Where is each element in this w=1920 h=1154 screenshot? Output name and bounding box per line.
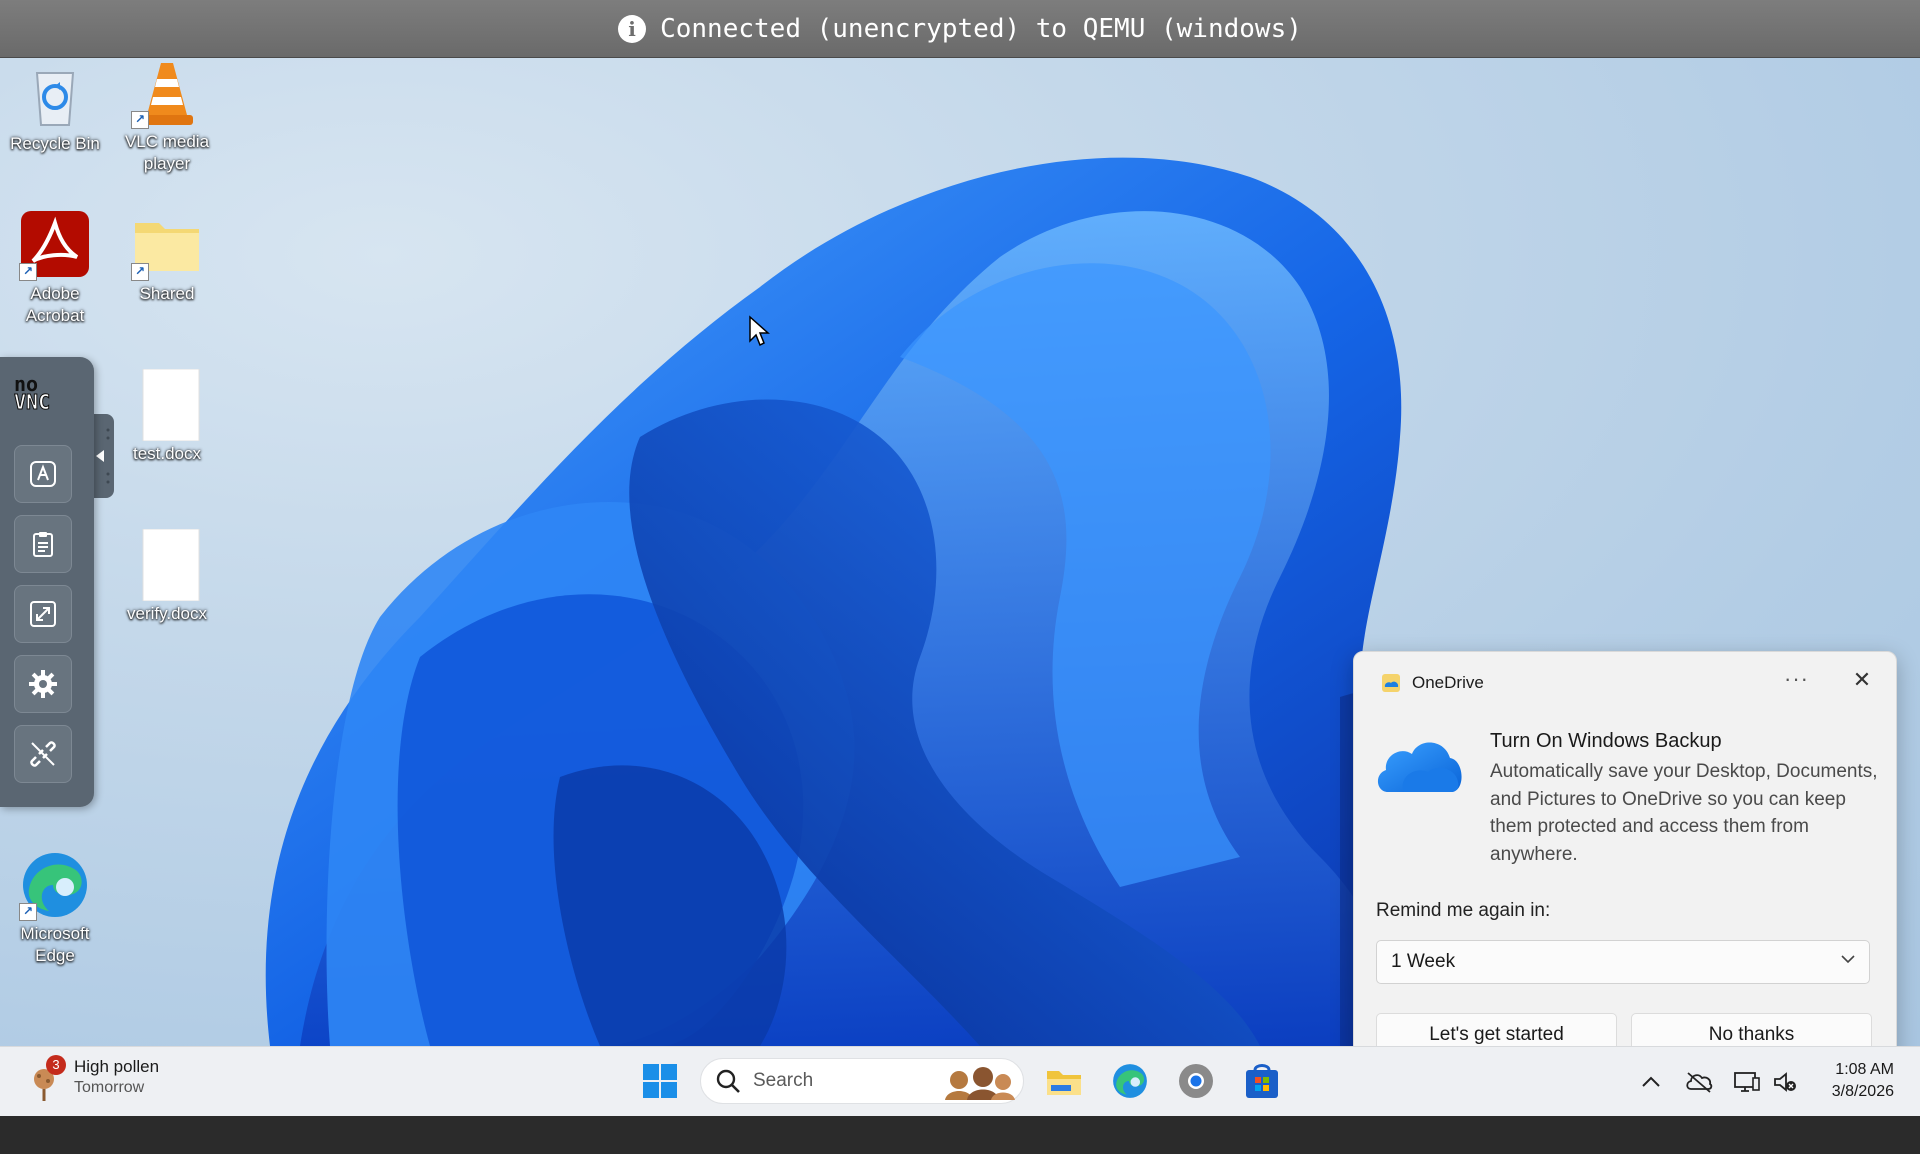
notification-badge: 3 <box>46 1055 66 1075</box>
desktop-icon-label: Adobe Acrobat <box>25 284 85 325</box>
network-tray-button[interactable] <box>1732 1067 1762 1097</box>
store-taskbar-button[interactable] <box>1240 1059 1284 1103</box>
desktop-icon-label: Shared <box>139 284 195 303</box>
search-highlight-illustration-icon <box>945 1067 1015 1100</box>
no-thanks-button[interactable]: No thanks <box>1631 1013 1872 1046</box>
start-button[interactable] <box>638 1059 682 1103</box>
show-hidden-icons-button[interactable] <box>1636 1067 1666 1097</box>
cloud-off-icon <box>1686 1072 1713 1093</box>
chevron-down-icon <box>1841 951 1855 969</box>
shortcut-arrow-icon: ↗ <box>19 263 37 281</box>
desktop-icon-verify-docx[interactable]: verify.docx <box>112 528 222 625</box>
desktop: Recycle Bin ↗ VLC media player ↗ Adobe A… <box>0 57 1920 1046</box>
desktop-icon-shared[interactable]: ↗ Shared <box>112 209 222 305</box>
desktop-icon-vlc[interactable]: ↗ VLC media player <box>112 57 222 175</box>
windows-logo-icon <box>643 1064 677 1098</box>
vnc-status-bar: i Connected (unencrypted) to QEMU (windo… <box>0 0 1920 58</box>
taskbar: 3 High pollen Tomorrow Search 1:08 AM 3/… <box>0 1046 1920 1117</box>
desktop-icon-recycle-bin[interactable]: Recycle Bin <box>0 59 110 155</box>
more-options-button[interactable]: ··· <box>1784 666 1809 692</box>
desktop-icon-label: test.docx <box>132 444 202 463</box>
desktop-icon-adobe-acrobat[interactable]: ↗ Adobe Acrobat <box>0 209 110 327</box>
settings-button[interactable] <box>14 655 72 713</box>
disconnect-button[interactable] <box>14 725 72 783</box>
fullscreen-button[interactable] <box>14 585 72 643</box>
taskbar-search-box[interactable]: Search <box>700 1058 1024 1104</box>
clock-date: 3/8/2026 <box>1831 1083 1894 1100</box>
weather-title: High pollen <box>74 1057 160 1076</box>
chrome-icon <box>1179 1064 1213 1098</box>
remind-dropdown-value: 1 Week <box>1391 951 1456 972</box>
adobe-acrobat-icon: ↗ <box>19 209 91 281</box>
weather-subtitle: Tomorrow <box>74 1079 145 1096</box>
volume-tray-button[interactable] <box>1770 1067 1800 1097</box>
keyboard-icon <box>30 461 56 487</box>
shortcut-arrow-icon: ↗ <box>131 111 149 129</box>
remind-label: Remind me again in: <box>1376 900 1551 921</box>
novnc-logo: no VNC <box>13 372 51 414</box>
mouse-cursor-icon <box>749 315 770 347</box>
folder-icon: ↗ <box>131 209 203 281</box>
chevron-up-icon <box>1642 1076 1660 1087</box>
settings-icon <box>29 670 57 698</box>
onedrive-cloud-icon <box>1377 742 1462 792</box>
remind-dropdown[interactable]: 1 Week <box>1376 940 1870 984</box>
close-button[interactable]: ✕ <box>1848 666 1876 694</box>
file-explorer-icon <box>1047 1071 1081 1095</box>
toast-header: OneDrive <box>1380 672 1484 694</box>
onedrive-app-icon <box>1382 674 1400 692</box>
vnc-bottom-strip <box>0 1116 1920 1154</box>
vnc-status-text: Connected (unencrypted) to QEMU (windows… <box>660 13 1302 44</box>
desktop-icon-label: Recycle Bin <box>10 134 100 153</box>
document-icon <box>131 528 203 602</box>
chrome-taskbar-button[interactable] <box>1174 1059 1218 1103</box>
edge-icon: ↗ <box>19 849 91 921</box>
search-icon <box>716 1069 740 1093</box>
document-icon <box>131 368 203 442</box>
clipboard-button[interactable] <box>14 515 72 573</box>
network-icon <box>1734 1072 1760 1092</box>
clipboard-icon <box>33 532 53 557</box>
shortcut-arrow-icon: ↗ <box>131 263 149 281</box>
desktop-icon-test-docx[interactable]: test.docx <box>112 368 222 465</box>
vlc-icon: ↗ <box>131 57 203 129</box>
recycle-bin-icon <box>19 59 91 131</box>
info-icon: i <box>618 14 647 43</box>
edge-taskbar-button[interactable] <box>1108 1059 1152 1103</box>
desktop-icon-edge[interactable]: ↗ Microsoft Edge <box>0 849 110 967</box>
toast-app-name: OneDrive <box>1412 673 1484 692</box>
clock-time: 1:08 AM <box>1835 1061 1894 1078</box>
file-explorer-button[interactable] <box>1042 1059 1086 1103</box>
edge-icon <box>1113 1064 1147 1098</box>
volume-muted-icon <box>1774 1072 1796 1092</box>
clock[interactable]: 1:08 AM 3/8/2026 <box>1810 1059 1894 1103</box>
lets-get-started-button[interactable]: Let's get started <box>1376 1013 1617 1046</box>
fullscreen-icon <box>30 601 56 627</box>
onedrive-tray-button[interactable] <box>1684 1067 1714 1097</box>
novnc-control-panel: no VNC <box>0 357 94 807</box>
shortcut-arrow-icon: ↗ <box>19 903 37 921</box>
keyboard-button[interactable] <box>14 445 72 503</box>
weather-widget[interactable]: 3 High pollen Tomorrow <box>28 1055 160 1101</box>
desktop-icon-label: VLC media player <box>124 132 210 173</box>
toast-body: Automatically save your Desktop, Documen… <box>1490 761 1878 865</box>
toast-title: Turn On Windows Backup <box>1490 730 1722 752</box>
search-placeholder: Search <box>753 1070 814 1091</box>
microsoft-store-icon <box>1246 1064 1278 1098</box>
onedrive-toast: OneDrive ··· ✕ Turn On Windows Backup Au… <box>1353 651 1897 1046</box>
desktop-icon-label: verify.docx <box>127 604 207 623</box>
disconnect-icon <box>30 741 56 767</box>
desktop-icon-label: Microsoft Edge <box>20 924 90 965</box>
